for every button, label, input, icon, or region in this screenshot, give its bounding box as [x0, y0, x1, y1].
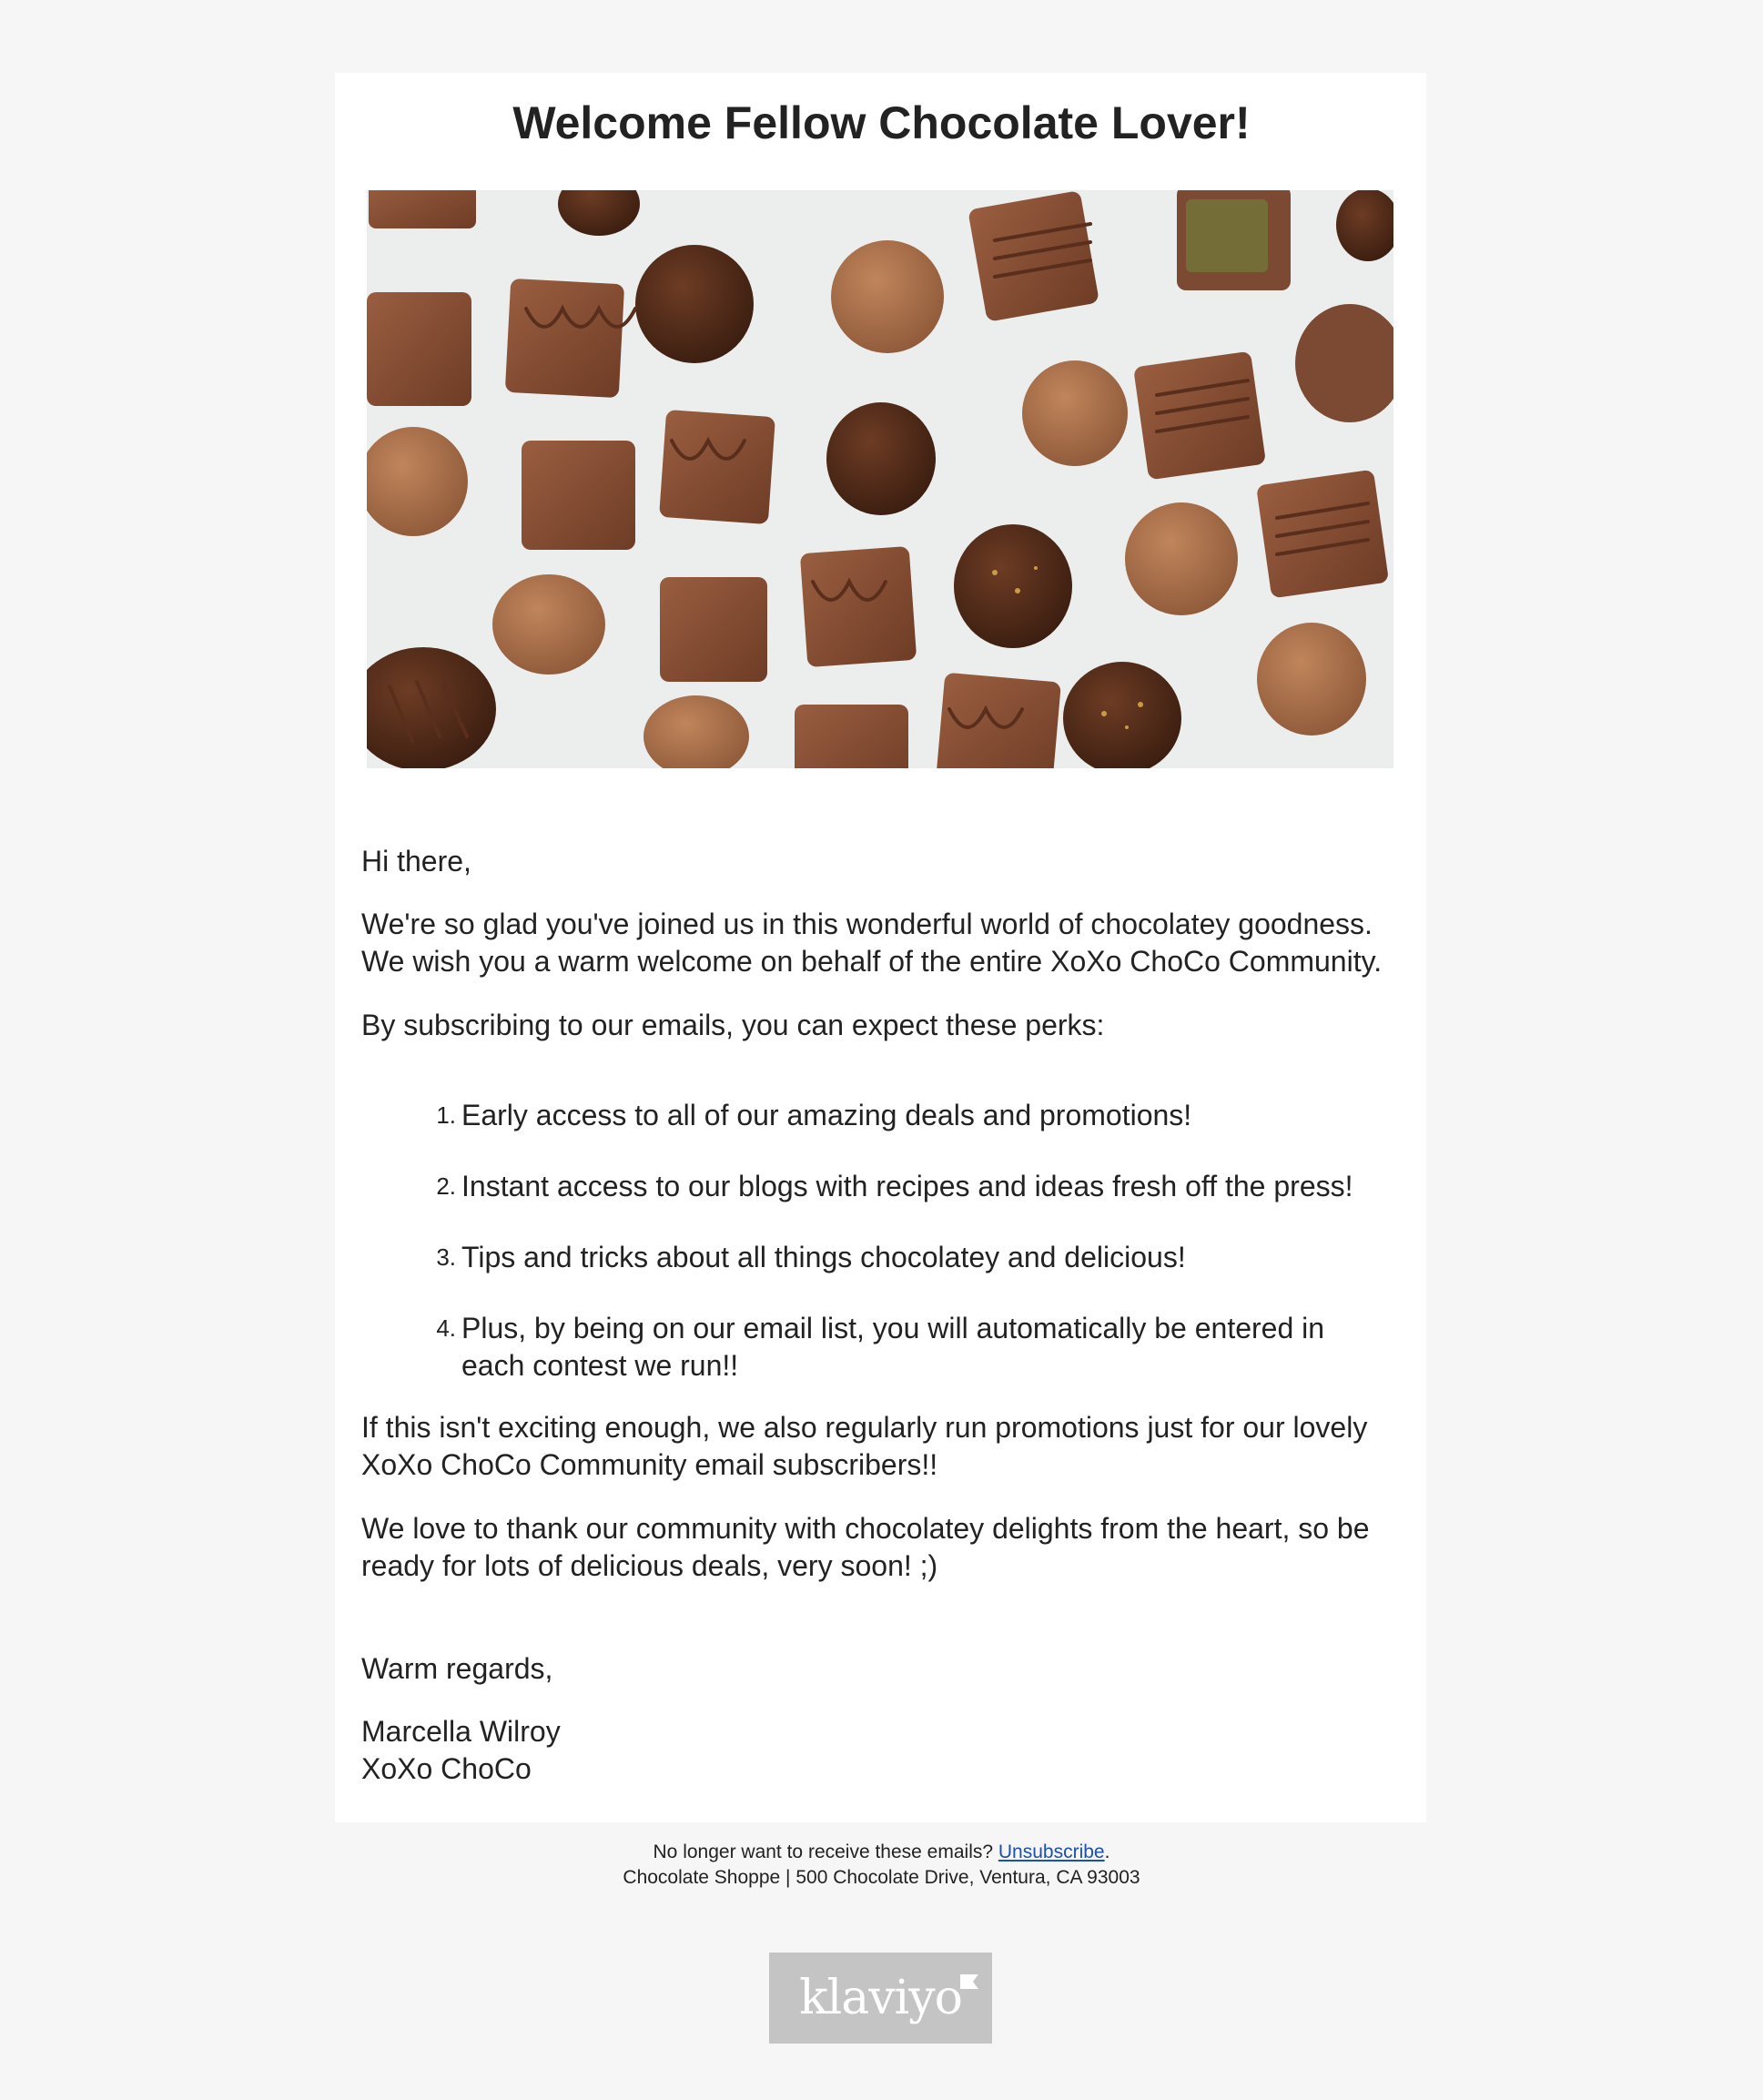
klaviyo-logo: klaviyo: [799, 1971, 978, 2025]
promo-line-1: If this isn't exciting enough, we also r…: [361, 1411, 1368, 1444]
list-item-number: 3.: [436, 1243, 456, 1271]
thanks-line-2: ready for lots of delicious deals, very …: [361, 1549, 938, 1582]
list-item-number: 2.: [436, 1172, 456, 1200]
unsubscribe-link[interactable]: Unsubscribe: [998, 1841, 1105, 1862]
sign-off: Warm regards,: [361, 1652, 553, 1685]
greeting: Hi there,: [361, 845, 471, 878]
unsubscribe-line: No longer want to receive these emails? …: [0, 1840, 1763, 1865]
company-address: Chocolate Shoppe | 500 Chocolate Drive, …: [623, 1867, 1140, 1888]
list-item-text-continued: each contest we run!!: [461, 1349, 739, 1382]
unsubscribe-prefix: No longer want to receive these emails?: [653, 1841, 998, 1862]
list-item-text: Early access to all of our amazing deals…: [461, 1099, 1192, 1131]
hero-image: [367, 190, 1393, 768]
email-title: Welcome Fellow Chocolate Lover!: [512, 97, 1251, 148]
list-item-text: Instant access to our blogs with recipes…: [461, 1170, 1353, 1202]
unsubscribe-suffix: .: [1104, 1841, 1110, 1862]
chocolate-assortment-illustration: [367, 190, 1393, 768]
list-item-text: Plus, by being on our email list, you wi…: [461, 1312, 1325, 1344]
promo-line-2: XoXo ChoCo Community email subscribers!!: [361, 1448, 938, 1481]
email-footer: No longer want to receive these emails? …: [0, 1840, 1763, 1891]
intro-paragraph: We're so glad you've joined us in this w…: [361, 908, 1383, 978]
list-item-text: Tips and tricks about all things chocola…: [461, 1241, 1186, 1273]
thanks-line-1: We love to thank our community with choc…: [361, 1512, 1370, 1545]
list-item-number: 4.: [436, 1314, 456, 1342]
klaviyo-badge[interactable]: klaviyo: [769, 1953, 992, 2044]
klaviyo-logo-text: klaviyo: [799, 1971, 963, 2025]
perks-intro: By subscribing to our emails, you can ex…: [361, 1009, 1105, 1041]
signature-company: XoXo ChoCo: [361, 1752, 532, 1785]
klaviyo-flag-icon: [959, 1974, 978, 1989]
list-item-number: 1.: [436, 1101, 456, 1129]
signature-name: Marcella Wilroy: [361, 1715, 561, 1748]
